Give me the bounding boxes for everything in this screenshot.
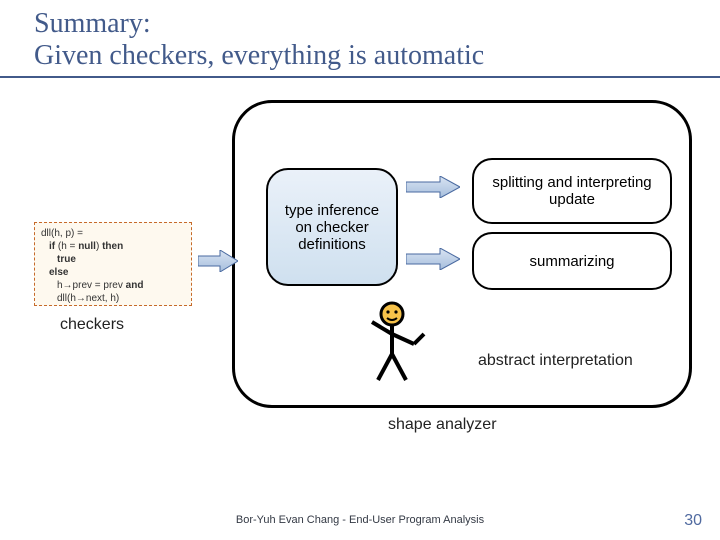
title-line-2: Given checkers, everything is automatic xyxy=(34,40,686,72)
type-inference-box: type inference on checker definitions xyxy=(266,168,398,286)
page-number: 30 xyxy=(684,512,702,530)
arrow-icon xyxy=(406,176,460,198)
code-line-6: dll(h→next, h) xyxy=(41,292,185,305)
shape-analyzer-label: shape analyzer xyxy=(388,416,497,434)
type-inference-text: type inference on checker definitions xyxy=(276,202,388,253)
arrow-icon xyxy=(406,248,460,270)
stick-figure-icon xyxy=(362,300,434,386)
code-line-5: h→prev = prev and xyxy=(41,279,185,292)
summarizing-text: summarizing xyxy=(529,253,614,270)
splitting-box: splitting and interpreting update xyxy=(472,158,672,224)
footer-text: Bor-Yuh Evan Chang - End-User Program An… xyxy=(0,514,720,526)
title-line-1: Summary: xyxy=(34,8,686,40)
code-line-1: dll(h, p) = xyxy=(41,227,185,240)
abstract-interpretation-label: abstract interpretation xyxy=(478,352,633,370)
checkers-label: checkers xyxy=(60,316,124,334)
checker-code-box: dll(h, p) = if (h = null) then true else… xyxy=(34,222,192,306)
code-line-2: if (h = null) then xyxy=(41,240,185,253)
splitting-text: splitting and interpreting update xyxy=(480,174,664,208)
arrow-icon xyxy=(198,250,238,272)
summarizing-box: summarizing xyxy=(472,232,672,290)
slide-title: Summary: Given checkers, everything is a… xyxy=(0,0,720,78)
code-line-3: true xyxy=(41,253,185,266)
code-line-4: else xyxy=(41,266,185,279)
